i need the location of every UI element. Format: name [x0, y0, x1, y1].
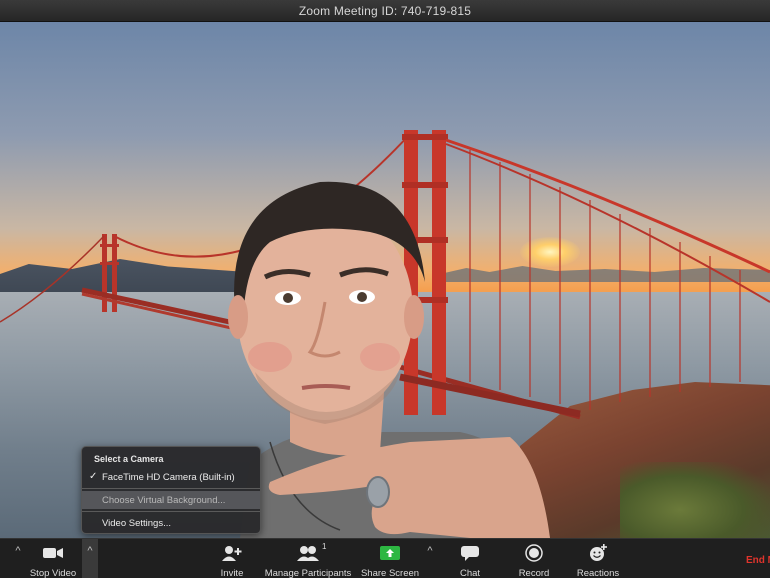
stop-video-button[interactable]: Stop Video — [28, 539, 78, 578]
chat-button[interactable]: Chat — [452, 539, 488, 578]
share-screen-icon — [380, 544, 400, 562]
video-options-caret[interactable]: ^ — [82, 539, 98, 578]
chat-label: Chat — [459, 568, 481, 578]
participant-count: 1 — [322, 542, 327, 551]
share-screen-button[interactable]: Share Screen — [360, 539, 420, 578]
menu-item-virtual-background[interactable]: Choose Virtual Background... — [82, 491, 260, 509]
video-camera-icon — [43, 544, 63, 562]
menu-item-label: FaceTime HD Camera (Built-in) — [102, 472, 235, 483]
reactions-label: Reactions — [576, 568, 620, 578]
manage-participants-label: Manage Participants — [264, 568, 352, 578]
title-bar: Zoom Meeting ID: 740-719-815 — [0, 0, 770, 22]
menu-divider — [82, 488, 260, 489]
invite-label: Invite — [220, 568, 244, 578]
menu-item-video-settings[interactable]: Video Settings... — [82, 514, 260, 532]
window-title: Zoom Meeting ID: 740-719-815 — [298, 3, 472, 18]
chevron-up-icon: ^ — [87, 545, 93, 557]
add-person-icon — [222, 544, 242, 562]
menu-item-label: Choose Virtual Background... — [102, 495, 226, 506]
record-button[interactable]: Record — [514, 539, 554, 578]
menu-item-label: Video Settings... — [102, 518, 172, 529]
reactions-button[interactable]: Reactions — [574, 539, 622, 578]
manage-participants-button[interactable]: 1 Manage Participants — [264, 539, 352, 578]
share-options-caret-icon[interactable]: ^ — [424, 545, 436, 557]
share-screen-label: Share Screen — [360, 568, 420, 578]
checkmark-icon: ✓ — [89, 471, 98, 482]
record-icon — [525, 544, 543, 562]
record-label: Record — [518, 568, 550, 578]
smiley-icon — [589, 544, 607, 562]
participants-icon — [297, 544, 319, 562]
menu-item-facetime-camera[interactable]: ✓ FaceTime HD Camera (Built-in) — [82, 468, 260, 486]
end-meeting-button[interactable]: End M — [746, 555, 770, 566]
participant-video — [228, 181, 550, 538]
chat-bubble-icon — [461, 544, 479, 562]
meeting-toolbar: ^ Stop Video ^ Invite 1 Manage Participa… — [0, 538, 770, 578]
camera-menu: Select a Camera ✓ FaceTime HD Camera (Bu… — [81, 446, 261, 534]
audio-options-caret-icon[interactable]: ^ — [12, 545, 24, 557]
menu-divider — [82, 511, 260, 512]
menu-header: Select a Camera — [94, 454, 164, 464]
stop-video-label: Stop Video — [29, 568, 77, 578]
invite-button[interactable]: Invite — [214, 539, 250, 578]
